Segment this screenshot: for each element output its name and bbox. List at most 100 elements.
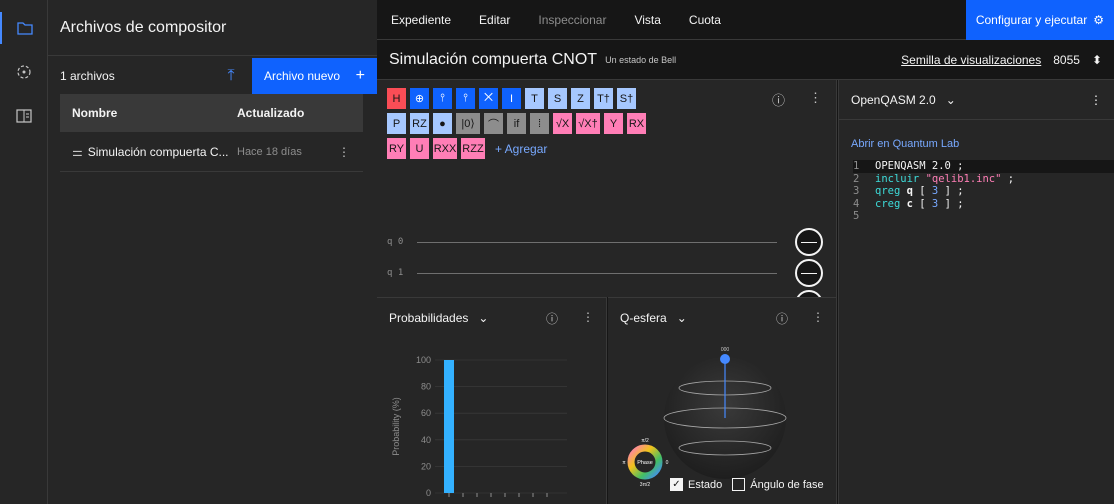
menu-view[interactable]: Vista bbox=[620, 13, 674, 27]
gate-row1-6[interactable]: T bbox=[525, 88, 544, 109]
code-line: 3 qreg q [ 3 ] ; bbox=[853, 185, 1114, 198]
gate-row2-6[interactable]: ⁞ bbox=[530, 113, 549, 134]
state-point bbox=[720, 354, 730, 364]
gate-row1-8[interactable]: Z bbox=[571, 88, 590, 109]
circuit-title-bar: Simulación compuerta CNOT Un estado de B… bbox=[377, 40, 1114, 80]
gate-row1-3[interactable]: ⫯ bbox=[456, 88, 475, 109]
line-text: creg c [ 3 ] ; bbox=[875, 197, 964, 210]
gate-row1-4[interactable]: ⨉ bbox=[479, 88, 498, 109]
plus-icon: + bbox=[355, 67, 365, 84]
overflow-menu-icon[interactable]: ⋮ bbox=[1090, 93, 1102, 107]
state-checkbox[interactable]: ✓ Estado bbox=[670, 478, 722, 491]
y-tick-label: 60 bbox=[421, 408, 431, 418]
table-row[interactable]: ⚌ Simulación compuerta C... Hace 18 días … bbox=[60, 132, 363, 172]
chevron-down-icon[interactable]: ⌄ bbox=[677, 311, 687, 325]
line-number: 3 bbox=[853, 185, 860, 197]
gate-row1-10[interactable]: S† bbox=[617, 88, 636, 109]
phase-top: π/2 bbox=[641, 438, 649, 444]
line-text: incluir "qelib1.inc" ; bbox=[875, 172, 1015, 185]
wire-line bbox=[417, 272, 777, 274]
menu-quota[interactable]: Cuota bbox=[675, 13, 735, 27]
probability-bar[interactable] bbox=[444, 360, 454, 493]
gate-row3-3[interactable]: RZZ bbox=[461, 138, 485, 159]
chevron-down-icon[interactable]: ⌄ bbox=[478, 311, 488, 325]
gate-row2-3[interactable]: |0⟩ bbox=[456, 113, 480, 134]
circuit-subtitle[interactable]: Un estado de Bell bbox=[605, 55, 676, 65]
info-icon[interactable]: ⓘ bbox=[546, 310, 558, 327]
qubit-label: q 0 bbox=[387, 237, 404, 247]
menu-edit[interactable]: Editar bbox=[465, 13, 524, 27]
code-editor-panel: OpenQASM 2.0 ⌄ ⋮ Abrir en Quantum Lab 1 O… bbox=[838, 80, 1114, 504]
info-icon[interactable]: ⓘ bbox=[776, 310, 788, 327]
measure-icon[interactable] bbox=[795, 290, 823, 297]
line-number: 1 bbox=[853, 160, 860, 172]
y-tick-label: 40 bbox=[421, 435, 431, 445]
qsphere-header: Q-esfera ⌄ ⓘ ⋮ bbox=[608, 298, 836, 338]
column-name[interactable]: Nombre bbox=[72, 106, 237, 120]
gate-row1-2[interactable]: ⫯ bbox=[433, 88, 452, 109]
language-select[interactable]: OpenQASM 2.0 bbox=[851, 93, 936, 107]
gate-row1-5[interactable]: I bbox=[502, 88, 521, 109]
qubit-wire: q 1 bbox=[387, 265, 777, 281]
menu-inspect[interactable]: Inspeccionar bbox=[524, 13, 620, 27]
phase-angle-checkbox[interactable]: Ángulo de fase bbox=[732, 478, 824, 491]
gate-row1-9[interactable]: T† bbox=[594, 88, 613, 109]
new-file-button[interactable]: Archivo nuevo + bbox=[252, 58, 377, 94]
measure-icon[interactable] bbox=[795, 228, 823, 256]
qubit-label: q 1 bbox=[387, 268, 404, 278]
info-icon[interactable]: ⓘ bbox=[772, 90, 785, 109]
qsphere-panel: Q-esfera ⌄ ⓘ ⋮ 000 Phase π/2 π 0 3π/2 ✓ … bbox=[608, 297, 837, 504]
gate-row2-7[interactable]: √X bbox=[553, 113, 572, 134]
probability-chart: 0 20 40 60 80 100 Probability (%) bbox=[391, 355, 567, 498]
file-name-cell: ⚌ Simulación compuerta C... bbox=[72, 145, 237, 159]
open-in-lab-link[interactable]: Abrir en Quantum Lab bbox=[839, 120, 1114, 160]
code-editor[interactable]: 1 OPENQASM 2.0 ; 2 incluir "qelib1.inc" ; … bbox=[839, 160, 1114, 223]
seed-value[interactable]: 8055 bbox=[1053, 53, 1080, 67]
qsphere-title[interactable]: Q-esfera bbox=[620, 311, 667, 325]
measure-icon[interactable] bbox=[795, 259, 823, 287]
gate-row2-2[interactable]: ● bbox=[433, 113, 452, 134]
gate-row1-0[interactable]: H bbox=[387, 88, 406, 109]
composer-main: Expediente Editar Inspeccionar Vista Cuo… bbox=[377, 0, 1114, 504]
files-icon[interactable] bbox=[0, 12, 47, 44]
gate-row2-8[interactable]: √X† bbox=[576, 113, 600, 134]
gate-row-2: P RZ ● |0⟩ ⌒ if ⁞ √X √X† Y RX bbox=[387, 113, 826, 134]
files-toolbar: 1 archivos ⤒ Archivo nuevo + bbox=[48, 58, 377, 94]
circuit-file-icon: ⚌ bbox=[72, 144, 83, 159]
jobs-icon[interactable] bbox=[0, 56, 47, 88]
stepper-icon[interactable]: ⬍ bbox=[1092, 53, 1102, 67]
setup-run-button[interactable]: Configurar y ejecutar ⚙ bbox=[965, 0, 1114, 40]
gate-row2-1[interactable]: RZ bbox=[410, 113, 429, 134]
column-updated[interactable]: Actualizado bbox=[237, 106, 351, 120]
add-gate-link[interactable]: + Agregar bbox=[495, 142, 547, 156]
wire-line bbox=[417, 241, 777, 243]
phase-left: π bbox=[622, 460, 626, 466]
gate-row3-0[interactable]: RY bbox=[387, 138, 406, 159]
chevron-down-icon[interactable]: ⌄ bbox=[946, 93, 956, 107]
gate-row2-5[interactable]: if bbox=[507, 113, 526, 134]
overflow-menu-icon[interactable]: ⋮ bbox=[582, 310, 594, 327]
overflow-menu-icon[interactable]: ⋮ bbox=[812, 310, 824, 327]
gate-row1-7[interactable]: S bbox=[548, 88, 567, 109]
seed-label: Semilla de visualizaciones bbox=[901, 52, 1042, 67]
gate-row2-4[interactable]: ⌒ bbox=[484, 113, 503, 134]
menu-file[interactable]: Expediente bbox=[377, 13, 465, 27]
qubit-wire: q 0 bbox=[387, 234, 777, 250]
overflow-menu-icon[interactable]: ⋮ bbox=[337, 145, 351, 159]
overflow-menu-icon[interactable]: ⋮ bbox=[809, 90, 822, 109]
line-number: 2 bbox=[853, 172, 860, 185]
gate-row3-2[interactable]: RXX bbox=[433, 138, 457, 159]
qsphere-options: ✓ Estado Ángulo de fase bbox=[670, 478, 824, 491]
gate-row2-9[interactable]: Y bbox=[604, 113, 623, 134]
probabilities-title[interactable]: Probabilidades bbox=[389, 311, 468, 325]
upload-icon[interactable]: ⤒ bbox=[210, 67, 252, 85]
gate-row2-0[interactable]: P bbox=[387, 113, 406, 134]
gate-row1-1[interactable]: ⊕ bbox=[410, 88, 429, 109]
probabilities-panel: Probabilidades ⌄ ⓘ ⋮ 0 20 40 60 80 100 Probabi… bbox=[377, 297, 607, 504]
circuit-canvas[interactable]: q 0 q 1 bbox=[377, 197, 837, 297]
gate-row2-10[interactable]: RX bbox=[627, 113, 646, 134]
line-number: 4 bbox=[853, 197, 860, 210]
circuit-title[interactable]: Simulación compuerta CNOT bbox=[389, 51, 597, 69]
gate-row3-1[interactable]: U bbox=[410, 138, 429, 159]
docs-panel-icon[interactable] bbox=[0, 100, 47, 132]
